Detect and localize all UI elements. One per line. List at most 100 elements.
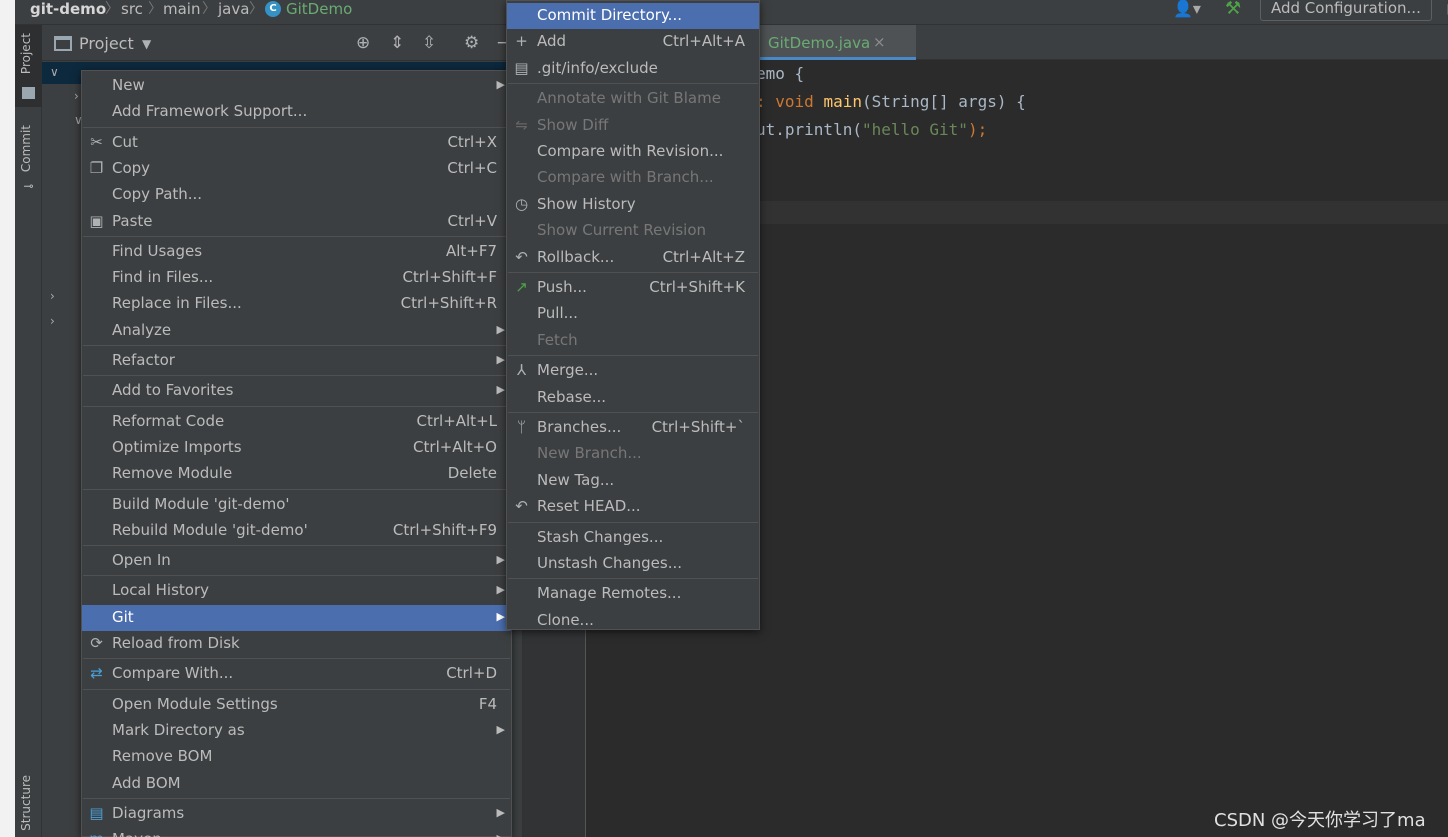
menu-item-shortcut: Delete — [447, 464, 497, 483]
breadcrumb-java[interactable]: java — [218, 0, 249, 22]
menu-item-paste[interactable]: ▣ Paste Ctrl+V — [82, 209, 511, 235]
submenu-arrow-icon: ▶ — [496, 805, 505, 819]
menu-item-add-to-favorites[interactable]: Add to Favorites ▶ — [82, 378, 511, 404]
menu-item-compare-with-revision[interactable]: Compare with Revision... — [507, 139, 759, 165]
menu-item-shortcut: Ctrl+Alt+L — [416, 411, 498, 430]
menu-item-label: Remove BOM — [112, 747, 213, 766]
locate-target-icon[interactable]: ⊕ — [356, 33, 370, 53]
menu-item-label: Unstash Changes... — [537, 554, 683, 572]
menu-item-analyze[interactable]: Analyze ▶ — [82, 318, 511, 344]
structure-tool-tab[interactable]: Structure — [15, 773, 42, 837]
breadcrumb-main[interactable]: main — [163, 0, 200, 22]
project-context-menu: New ▶ Add Framework Support... ✂ Cut Ctrl+X ❐ C… — [81, 70, 512, 837]
menu-item-label: Remove Module — [112, 464, 233, 483]
menu-item-label: Open Module Settings — [112, 694, 278, 713]
menu-item-copy-path[interactable]: Copy Path... — [82, 182, 511, 208]
menu-item-remove-module[interactable]: Remove Module Delete — [82, 461, 511, 487]
menu-item-manage-remotes[interactable]: Manage Remotes... — [507, 581, 759, 607]
menu-item-add-framework-support[interactable]: Add Framework Support... — [82, 99, 511, 125]
menu-item-copy[interactable]: ❐ Copy Ctrl+C — [82, 156, 511, 182]
commit-tool-tab[interactable]: Commit ⊸ — [15, 121, 42, 201]
menu-separator — [83, 797, 510, 799]
code-line: : void main(String[] args) { — [756, 92, 1026, 111]
paste-icon: ▣ — [89, 211, 104, 230]
breadcrumb-separator: 〉 — [105, 1, 119, 17]
menu-item-add[interactable]: + Add Ctrl+Alt+A — [507, 29, 759, 55]
chevron-down-icon[interactable]: ▼ — [142, 37, 151, 51]
menu-item-cut[interactable]: ✂ Cut Ctrl+X — [82, 130, 511, 156]
chevron-down-icon[interactable]: ∨ — [50, 65, 59, 79]
code-token: ut.println( — [756, 120, 862, 139]
breadcrumb-src[interactable]: src — [121, 0, 143, 22]
menu-item-find-usages[interactable]: Find Usages Alt+F7 — [82, 239, 511, 265]
menu-item-shortcut: Ctrl+Alt+O — [413, 437, 497, 456]
menu-item-refactor[interactable]: Refactor ▶ — [82, 348, 511, 374]
menu-item-open-module-settings[interactable]: Open Module Settings F4 — [82, 692, 511, 718]
chevron-right-icon[interactable]: › — [50, 314, 55, 328]
menu-item-remove-bom[interactable]: Remove BOM — [82, 744, 511, 770]
menu-item-label: Clone... — [537, 610, 594, 629]
menu-item-unstash-changes[interactable]: Unstash Changes... — [507, 551, 759, 577]
menu-item-diagrams[interactable]: ▤ Diagrams ▶ — [82, 801, 511, 827]
menu-item-compare-with[interactable]: ⇄ Compare With... Ctrl+D — [82, 661, 511, 687]
breadcrumb-separator: 〉 — [148, 1, 162, 17]
menu-item-branches[interactable]: ᛘ Branches... Ctrl+Shift+` — [507, 415, 759, 441]
tab-gitdemo-java[interactable]: GitDemo.java × — [758, 25, 916, 60]
gear-icon[interactable]: ⚙ — [464, 33, 479, 53]
menu-item-reformat-code[interactable]: Reformat Code Ctrl+Alt+L — [82, 409, 511, 435]
chevron-right-icon[interactable]: › — [50, 289, 55, 303]
chevron-right-icon[interactable]: › — [74, 89, 79, 103]
plus-icon: + — [515, 32, 528, 51]
expand-all-icon[interactable]: ⇕ — [390, 33, 404, 53]
build-hammer-icon[interactable]: ⚒ — [1225, 0, 1247, 20]
menu-item-git-info-exclude[interactable]: ▤ .git/info/exclude — [507, 56, 759, 82]
menu-item-open-in[interactable]: Open In ▶ — [82, 548, 511, 574]
project-view-selector[interactable]: Project — [79, 34, 134, 53]
menu-item-shortcut: Ctrl+Shift+R — [400, 294, 497, 313]
menu-item-rollback[interactable]: ↶ Rollback... Ctrl+Alt+Z — [507, 245, 759, 271]
menu-separator — [83, 575, 510, 577]
menu-item-show-history[interactable]: ◷ Show History — [507, 192, 759, 218]
menu-item-find-in-files[interactable]: Find in Files... Ctrl+Shift+F — [82, 265, 511, 291]
menu-item-label: Manage Remotes... — [537, 584, 682, 603]
menu-item-merge[interactable]: ⅄ Merge... — [507, 358, 759, 384]
menu-item-new[interactable]: New ▶ — [82, 73, 511, 99]
collapse-all-icon[interactable]: ⇳ — [422, 33, 436, 53]
menu-item-add-bom[interactable]: Add BOM — [82, 771, 511, 797]
project-tool-tab[interactable]: Project — [15, 25, 42, 107]
menu-item-local-history[interactable]: Local History ▶ — [82, 578, 511, 604]
menu-item-build-module-git-demo[interactable]: Build Module 'git-demo' — [82, 492, 511, 518]
user-account-icon[interactable]: 👤▾ — [1173, 0, 1205, 20]
menu-item-label: Analyze — [112, 320, 172, 339]
run-configuration-selector[interactable]: Add Configuration... — [1260, 0, 1432, 21]
menu-item-pull[interactable]: Pull... — [507, 301, 759, 327]
menu-item-commit-directory[interactable]: Commit Directory... — [507, 3, 759, 30]
menu-item-new-tag[interactable]: New Tag... — [507, 468, 759, 494]
menu-item-maven[interactable]: m Maven ▶ — [82, 827, 511, 837]
menu-item-new-branch: New Branch... — [507, 441, 759, 467]
menu-item-stash-changes[interactable]: Stash Changes... — [507, 525, 759, 551]
menu-item-rebuild-module-git-demo[interactable]: Rebuild Module 'git-demo' Ctrl+Shift+F9 — [82, 518, 511, 544]
menu-item-label: Rebuild Module 'git-demo' — [112, 520, 308, 539]
menu-item-replace-in-files[interactable]: Replace in Files... Ctrl+Shift+R — [82, 291, 511, 317]
menu-item-reset-head[interactable]: ↶ Reset HEAD... — [507, 494, 759, 520]
menu-item-clone[interactable]: Clone... — [507, 608, 759, 634]
menu-separator — [83, 488, 510, 490]
menu-item-label: Replace in Files... — [112, 294, 242, 313]
close-icon[interactable]: × — [873, 33, 886, 51]
breadcrumb-class[interactable]: GitDemo — [286, 0, 352, 22]
menu-item-reload-from-disk[interactable]: ⟳ Reload from Disk — [82, 631, 511, 657]
code-token: main — [823, 92, 862, 111]
menu-item-rebase[interactable]: Rebase... — [507, 385, 759, 411]
menu-item-label: Reformat Code — [112, 411, 225, 430]
menu-item-optimize-imports[interactable]: Optimize Imports Ctrl+Alt+O — [82, 435, 511, 461]
menu-item-git[interactable]: Git ▶ — [82, 604, 511, 631]
folder-icon — [22, 87, 35, 99]
menu-item-label: Find Usages — [112, 241, 203, 260]
menu-item-label: Maven — [112, 830, 162, 837]
menu-item-push[interactable]: ↗ Push... Ctrl+Shift+K — [507, 275, 759, 301]
menu-item-label: New Branch... — [537, 444, 642, 463]
menu-item-mark-directory-as[interactable]: Mark Directory as ▶ — [82, 718, 511, 744]
menu-item-label: Diagrams — [112, 803, 185, 822]
breadcrumb-project[interactable]: git-demo — [30, 0, 106, 22]
